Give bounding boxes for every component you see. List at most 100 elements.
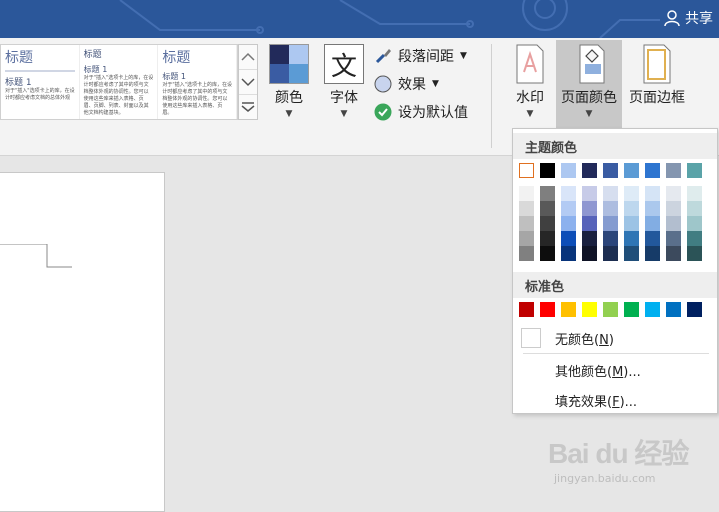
- shade-swatch[interactable]: [519, 231, 534, 246]
- effects-button[interactable]: 效果 ▼: [374, 74, 439, 94]
- shade-swatch[interactable]: [540, 246, 555, 261]
- document-page[interactable]: [0, 172, 165, 512]
- style-set-item[interactable]: 标题 标题 1 对于"插入"选项卡上的库，在设计时都应考虑了其中的项与文档整体外…: [80, 45, 159, 119]
- shade-swatch[interactable]: [624, 216, 639, 231]
- paragraph-spacing-label: 段落间距: [398, 49, 454, 65]
- no-color-label: 无颜色(N): [555, 332, 614, 348]
- shade-swatch[interactable]: [603, 216, 618, 231]
- colors-button[interactable]: 颜色 ▼: [268, 44, 310, 119]
- gallery-more-button[interactable]: [239, 95, 257, 119]
- standard-color-swatch[interactable]: [582, 302, 597, 317]
- shade-swatch[interactable]: [582, 231, 597, 246]
- shade-column: [519, 186, 534, 261]
- style-set-gallery: 标题 标题 1 对于"插入"选项卡上的库，在设计时都应考虑文档的总体外观 标题 …: [0, 44, 238, 120]
- shade-swatch[interactable]: [687, 231, 702, 246]
- shade-swatch[interactable]: [603, 231, 618, 246]
- standard-color-swatch[interactable]: [645, 302, 660, 317]
- theme-color-swatch[interactable]: [519, 163, 534, 178]
- shade-swatch[interactable]: [561, 246, 576, 261]
- shade-swatch[interactable]: [582, 186, 597, 201]
- standard-color-swatch[interactable]: [603, 302, 618, 317]
- shade-swatch[interactable]: [540, 186, 555, 201]
- page-borders-button[interactable]: 页面边框: [626, 44, 688, 107]
- shade-swatch[interactable]: [603, 201, 618, 216]
- shade-swatch[interactable]: [603, 186, 618, 201]
- shade-swatch[interactable]: [666, 216, 681, 231]
- shade-swatch[interactable]: [645, 186, 660, 201]
- shade-swatch[interactable]: [666, 246, 681, 261]
- standard-color-swatch[interactable]: [519, 302, 534, 317]
- more-colors-option[interactable]: 其他颜色(M)...: [513, 356, 717, 384]
- shade-swatch[interactable]: [561, 186, 576, 201]
- page-color-button[interactable]: 页面颜色 ▼: [556, 40, 622, 128]
- shade-swatch[interactable]: [687, 186, 702, 201]
- theme-color-swatch[interactable]: [561, 163, 576, 178]
- shade-swatch[interactable]: [561, 231, 576, 246]
- theme-color-swatch[interactable]: [540, 163, 555, 178]
- shade-swatch[interactable]: [645, 201, 660, 216]
- style-title: 标题: [162, 50, 191, 66]
- shade-swatch[interactable]: [624, 246, 639, 261]
- shade-swatch[interactable]: [624, 231, 639, 246]
- shade-swatch[interactable]: [540, 201, 555, 216]
- shade-swatch[interactable]: [645, 246, 660, 261]
- standard-color-swatch[interactable]: [666, 302, 681, 317]
- shade-swatch[interactable]: [645, 231, 660, 246]
- shade-swatch[interactable]: [519, 216, 534, 231]
- shade-swatch[interactable]: [582, 246, 597, 261]
- shade-swatch[interactable]: [666, 201, 681, 216]
- share-button[interactable]: 共享: [663, 8, 713, 28]
- standard-color-swatch[interactable]: [540, 302, 555, 317]
- gallery-down-button[interactable]: [239, 70, 257, 95]
- paragraph-spacing-button[interactable]: 段落间距 ▼: [374, 46, 467, 66]
- shade-column: [582, 186, 597, 261]
- standard-color-swatch[interactable]: [624, 302, 639, 317]
- gallery-scroll: [238, 44, 258, 120]
- style-set-item[interactable]: 标题 标题 1 对于"插入"选项卡上的库，在设计时都应考虑了其中的项与文档整体外…: [158, 45, 237, 119]
- theme-color-swatch[interactable]: [666, 163, 681, 178]
- shade-swatch[interactable]: [603, 246, 618, 261]
- standard-color-swatch[interactable]: [687, 302, 702, 317]
- shade-swatch[interactable]: [624, 201, 639, 216]
- standard-color-swatch[interactable]: [561, 302, 576, 317]
- chevron-down-icon: [241, 78, 255, 87]
- gallery-up-button[interactable]: [239, 45, 257, 70]
- shade-column: [666, 186, 681, 261]
- share-label: 共享: [685, 11, 713, 27]
- style-set-item[interactable]: 标题 标题 1 对于"插入"选项卡上的库，在设计时都应考虑文档的总体外观: [1, 45, 80, 119]
- shade-swatch[interactable]: [645, 216, 660, 231]
- theme-color-swatch[interactable]: [603, 163, 618, 178]
- shade-swatch[interactable]: [519, 201, 534, 216]
- shade-swatch[interactable]: [519, 246, 534, 261]
- shade-swatch[interactable]: [582, 216, 597, 231]
- shade-swatch[interactable]: [519, 186, 534, 201]
- shade-swatch[interactable]: [687, 216, 702, 231]
- caret-down-icon: ▼: [460, 51, 467, 61]
- theme-color-swatch[interactable]: [624, 163, 639, 178]
- shade-swatch[interactable]: [540, 231, 555, 246]
- theme-color-swatch[interactable]: [687, 163, 702, 178]
- theme-color-swatch[interactable]: [582, 163, 597, 178]
- shade-column: [624, 186, 639, 261]
- page-color-dropdown: 主题颜色 标准色 无颜色(N) 其他颜色(M)... 填充效果(F)...: [512, 128, 718, 414]
- shade-swatch[interactable]: [582, 201, 597, 216]
- shade-swatch[interactable]: [561, 216, 576, 231]
- watermark-button[interactable]: 水印 ▼: [510, 44, 550, 119]
- fonts-button[interactable]: 文 字体 ▼: [322, 44, 366, 119]
- shade-swatch[interactable]: [666, 231, 681, 246]
- fill-effects-option[interactable]: 填充效果(F)...: [513, 386, 717, 414]
- shade-swatch[interactable]: [687, 246, 702, 261]
- shade-swatch[interactable]: [666, 186, 681, 201]
- style-heading: 标题 1: [5, 78, 32, 88]
- set-default-button[interactable]: 设为默认值: [374, 102, 468, 122]
- shade-swatch[interactable]: [561, 201, 576, 216]
- standard-colors-row: [519, 302, 702, 317]
- chevron-up-icon: [241, 52, 255, 61]
- theme-color-swatch[interactable]: [645, 163, 660, 178]
- shade-swatch[interactable]: [624, 186, 639, 201]
- title-bar: 共享: [0, 0, 719, 38]
- shade-swatch[interactable]: [687, 201, 702, 216]
- shade-swatch[interactable]: [540, 216, 555, 231]
- no-color-option[interactable]: 无颜色(N): [513, 324, 717, 352]
- shade-column: [645, 186, 660, 261]
